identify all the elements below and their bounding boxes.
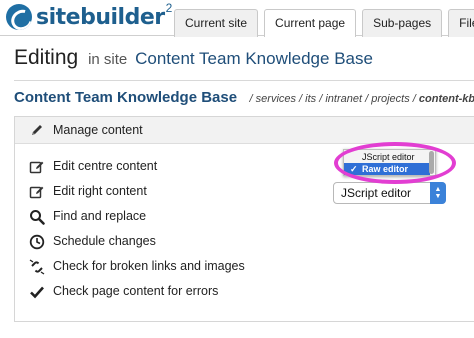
breadcrumb: Content Team Knowledge Base / services /…: [14, 89, 474, 107]
editor-type-select[interactable]: JScript editor ▲ ▼: [333, 182, 446, 204]
dropdown-option-label: Raw editor: [362, 164, 409, 174]
panel-header-label: Manage content: [53, 123, 143, 137]
find-and-replace-link[interactable]: Find and replace: [15, 207, 335, 227]
clock-icon: [29, 234, 45, 250]
edit-right-content-link[interactable]: Edit right content: [15, 182, 335, 202]
editor-type-value: JScript editor: [341, 186, 412, 200]
logo-text: sitebuilder: [36, 4, 165, 30]
panel-header: Manage content: [15, 117, 474, 144]
dropdown-option-jscript-editor[interactable]: JScript editor: [344, 151, 430, 163]
manage-content-panel: Manage content Edit centre content Edit …: [14, 116, 474, 322]
sitebuilder-logo[interactable]: sitebuilder 2: [6, 1, 173, 30]
dropdown-option-label: JScript editor: [362, 152, 415, 162]
dropdown-option-raw-editor[interactable]: ✓ Raw editor: [344, 163, 430, 175]
page-title-in-site: in site: [88, 51, 128, 68]
checkmark-icon: [29, 284, 45, 300]
dropdown-scrollbar[interactable]: [429, 151, 434, 174]
tab-current-page[interactable]: Current page: [264, 9, 357, 37]
find-and-replace-label: Find and replace: [53, 209, 147, 223]
pencil-icon: [29, 122, 45, 138]
page-title-prefix: Editing: [14, 46, 79, 69]
edit-icon: [29, 159, 45, 175]
check-page-errors-label: Check page content for errors: [53, 284, 219, 298]
breadcrumb-path: / services / its / intranet / projects /…: [250, 93, 474, 105]
tab-current-site[interactable]: Current site: [174, 9, 259, 37]
tab-files[interactable]: Files: [448, 9, 474, 37]
edit-icon: [29, 184, 45, 200]
site-name-link[interactable]: Content Team Knowledge Base: [135, 49, 373, 68]
schedule-changes-link[interactable]: Schedule changes: [15, 232, 335, 252]
logo-icon: [6, 4, 32, 30]
chevron-up-down-icon: ▲ ▼: [430, 182, 446, 204]
edit-right-content-label: Edit right content: [53, 184, 147, 198]
edit-centre-content-label: Edit centre content: [53, 159, 158, 173]
editor-type-dropdown: JScript editor ✓ Raw editor: [343, 149, 436, 176]
main-tabs: Current site Current page Sub-pages File…: [174, 9, 474, 37]
breadcrumb-path-text[interactable]: / services / its / intranet / projects /: [250, 93, 416, 105]
breadcrumb-current: content-kb: [418, 93, 474, 105]
check-page-errors-link[interactable]: Check page content for errors: [15, 282, 335, 302]
search-icon: [29, 209, 45, 225]
top-bar: sitebuilder 2 Current site Current page …: [0, 0, 474, 37]
tab-sub-pages[interactable]: Sub-pages: [362, 9, 443, 37]
check-broken-links-link[interactable]: Check for broken links and images: [15, 257, 335, 277]
page-title: Editing in site Content Team Knowledge B…: [14, 46, 373, 70]
logo-version: 2: [165, 1, 173, 15]
breadcrumb-title[interactable]: Content Team Knowledge Base: [14, 89, 237, 106]
edit-centre-content-link[interactable]: Edit centre content: [15, 157, 335, 177]
divider: [14, 80, 474, 81]
checkmark-icon: ✓: [350, 164, 358, 174]
broken-link-icon: [29, 259, 45, 275]
check-broken-links-label: Check for broken links and images: [53, 259, 245, 273]
schedule-changes-label: Schedule changes: [53, 234, 156, 248]
